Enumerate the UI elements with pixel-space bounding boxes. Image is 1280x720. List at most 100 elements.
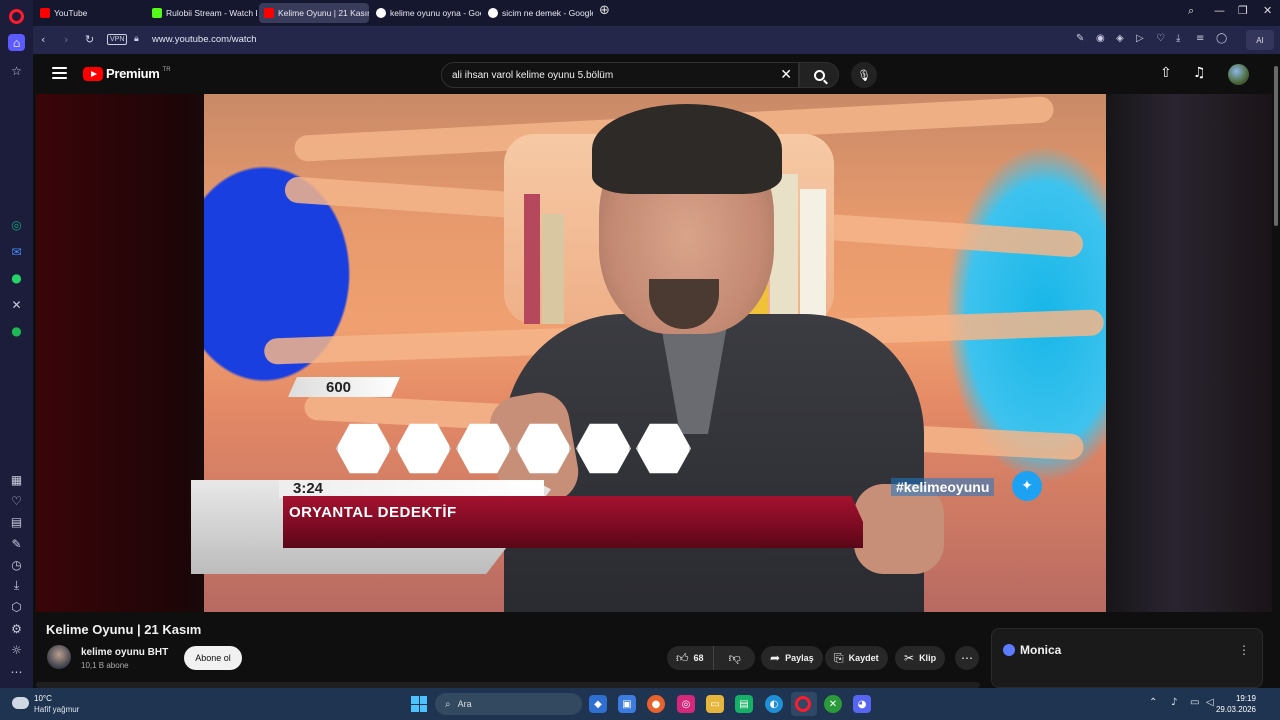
url-field[interactable]: www.youtube.com/watch [152, 34, 257, 45]
notifications-bell-icon[interactable]: ♫ [1193, 65, 1206, 81]
edge-icon[interactable]: ◐ [765, 695, 783, 713]
back-icon[interactable]: ‹ [41, 33, 45, 46]
microphone-icon[interactable]: ♪ [1171, 697, 1177, 708]
weather-description[interactable]: Hafif yağmur [34, 705, 79, 714]
chatgpt-icon[interactable]: ◎ [8, 216, 25, 233]
new-tab-icon[interactable]: ⊕ [599, 3, 610, 18]
tab-label: Rulobii Stream - Watch Li [166, 8, 257, 18]
messenger-icon[interactable]: ✉ [8, 243, 25, 260]
scroll-thumb[interactable] [1274, 66, 1278, 226]
account-avatar[interactable] [1228, 64, 1249, 85]
clip-label: Klip [919, 653, 937, 663]
notes-icon[interactable]: ▤ [735, 695, 753, 713]
history-icon[interactable]: ◷ [8, 556, 25, 573]
letter-tile [516, 423, 571, 474]
answer-text: ORYANTAL DEDEKTİF [289, 504, 457, 521]
taskbar-search[interactable]: ⌕ Ara [435, 693, 582, 715]
whatsapp-icon[interactable]: ● [8, 269, 25, 286]
tab-google-search[interactable]: kelime oyunu oyna - Goo [371, 3, 481, 23]
search-button[interactable] [799, 62, 839, 88]
profile-icon[interactable]: ◯ [1216, 33, 1227, 44]
share-label: Paylaş [785, 653, 814, 663]
search-input[interactable]: ali ihsan varol kelime oyunu 5.bölüm ✕ [441, 62, 799, 88]
shield-icon[interactable]: ◈ [1116, 33, 1124, 44]
cloud-icon[interactable] [12, 697, 29, 709]
edit-icon[interactable]: ✎ [8, 535, 25, 552]
forward-icon[interactable]: › [64, 33, 68, 46]
channel-avatar[interactable] [47, 645, 71, 669]
opera-icon[interactable] [795, 696, 811, 712]
weather-temperature[interactable]: 10°C [34, 694, 52, 703]
apps-icon[interactable]: ▦ [8, 471, 25, 488]
letter-tile [576, 423, 631, 474]
heart-icon[interactable]: ♡ [8, 492, 25, 509]
monitor-icon[interactable]: ▭ [1190, 697, 1199, 708]
widgets-icon[interactable]: ◆ [589, 695, 607, 713]
dislike-button[interactable]: 👎︎ [719, 651, 751, 666]
snap-icon[interactable]: ✎ [1076, 33, 1084, 44]
clip-button[interactable]: ✂ Klip [895, 646, 946, 670]
windows-start-icon[interactable] [411, 696, 427, 712]
discord-icon[interactable]: ◕ [853, 695, 871, 713]
share-button[interactable]: ➦ Paylaş [761, 646, 823, 670]
opera-logo[interactable] [9, 9, 24, 24]
camera-icon[interactable]: ◉ [1096, 33, 1105, 44]
host-hair [592, 104, 782, 194]
instagram-icon[interactable]: ◎ [677, 695, 695, 713]
file-explorer-icon[interactable]: ▭ [706, 695, 724, 713]
download-icon[interactable]: ⤓ [8, 577, 25, 594]
bulb-icon[interactable]: ☼ [8, 641, 25, 658]
player-icon[interactable]: ▷ [1136, 33, 1144, 44]
upload-icon[interactable]: ⇧ [1160, 65, 1172, 81]
letter-tile [456, 423, 511, 474]
store-icon[interactable]: ▣ [618, 695, 636, 713]
vpn-badge[interactable]: VPN [107, 34, 128, 45]
aria-ai-button[interactable]: AI [1246, 30, 1274, 50]
more-icon[interactable]: ⋯ [8, 663, 25, 680]
subscribe-button[interactable]: Abone ol [184, 646, 242, 670]
save-button[interactable]: ⎘ Kaydet [825, 646, 888, 670]
video-player[interactable]: 600 #kelimeoyunu ✦ 3:24 ORYANTAL DEDEKTİ… [36, 94, 1272, 612]
volume-icon[interactable]: ◁ [1206, 697, 1214, 708]
menu-icon[interactable] [52, 67, 67, 79]
reload-icon[interactable]: ↻ [85, 33, 94, 46]
tray-chevron-icon[interactable]: ⌃ [1149, 697, 1157, 708]
clear-search-icon[interactable]: ✕ [780, 67, 792, 83]
video-title: Kelime Oyunu | 21 Kasım [46, 622, 202, 637]
tab-sicim[interactable]: sicim ne demek - Google [483, 3, 593, 23]
thumbs-up-icon: 👍︎ [676, 650, 689, 665]
tab-search-icon[interactable]: ⌕ [1188, 4, 1194, 18]
lock-icon[interactable]: 🔒︎ [134, 34, 139, 44]
cube-icon[interactable]: ⬡ [8, 598, 25, 615]
downloads-icon[interactable]: ⤓ [1176, 33, 1180, 44]
kebab-menu-icon[interactable]: ⋮ [1238, 643, 1250, 657]
minimize-icon[interactable]: — [1214, 4, 1225, 17]
tab-rulobii[interactable]: Rulobii Stream - Watch Li [147, 3, 257, 23]
ai-label: AI [1256, 35, 1264, 45]
voice-search-button[interactable]: 🎙︎ [851, 62, 877, 88]
close-window-icon[interactable]: ✕ [1263, 4, 1272, 17]
more-actions-button[interactable]: ⋯ [955, 646, 979, 670]
youtube-premium-logo[interactable]: Premium TR [83, 66, 171, 81]
settings-icon[interactable]: ⚙ [8, 620, 25, 637]
star-icon[interactable]: ☆ [8, 62, 25, 79]
tab-youtube[interactable]: YouTube [35, 3, 145, 23]
bookmark-heart-icon[interactable]: ♡ [1156, 33, 1165, 44]
easy-setup-icon[interactable]: ≡ [1196, 33, 1204, 44]
like-button[interactable]: 👍︎ 68 [667, 646, 714, 670]
page-scrollbar[interactable] [1272, 54, 1280, 688]
clock-date[interactable]: 29.03.2026 [1216, 705, 1256, 714]
firefox-icon[interactable]: ● [647, 695, 665, 713]
opera-sidebar: ⌂ ☆ ◎ ✉ ● ✕ ● ▦ ♡ ▤ ✎ ◷ ⤓ ⬡ ⚙ ☼ ⋯ [0, 0, 33, 688]
clock-time[interactable]: 19:19 [1236, 694, 1256, 703]
youtube-page: Premium TR ali ihsan varol kelime oyunu … [36, 54, 1272, 688]
channel-name[interactable]: kelime oyunu BHT [81, 647, 168, 658]
tab-kelime-oyunu[interactable]: Kelime Oyunu | 21 Kasım [259, 3, 369, 23]
thumbs-down-icon: 👎︎ [728, 650, 741, 665]
home-icon[interactable]: ⌂ [8, 34, 25, 51]
x-icon[interactable]: ✕ [8, 296, 25, 313]
spotify-icon[interactable]: ● [8, 322, 25, 339]
news-icon[interactable]: ▤ [8, 513, 25, 530]
xbox-icon[interactable]: ✕ [824, 695, 842, 713]
maximize-icon[interactable]: ❐ [1238, 4, 1248, 17]
